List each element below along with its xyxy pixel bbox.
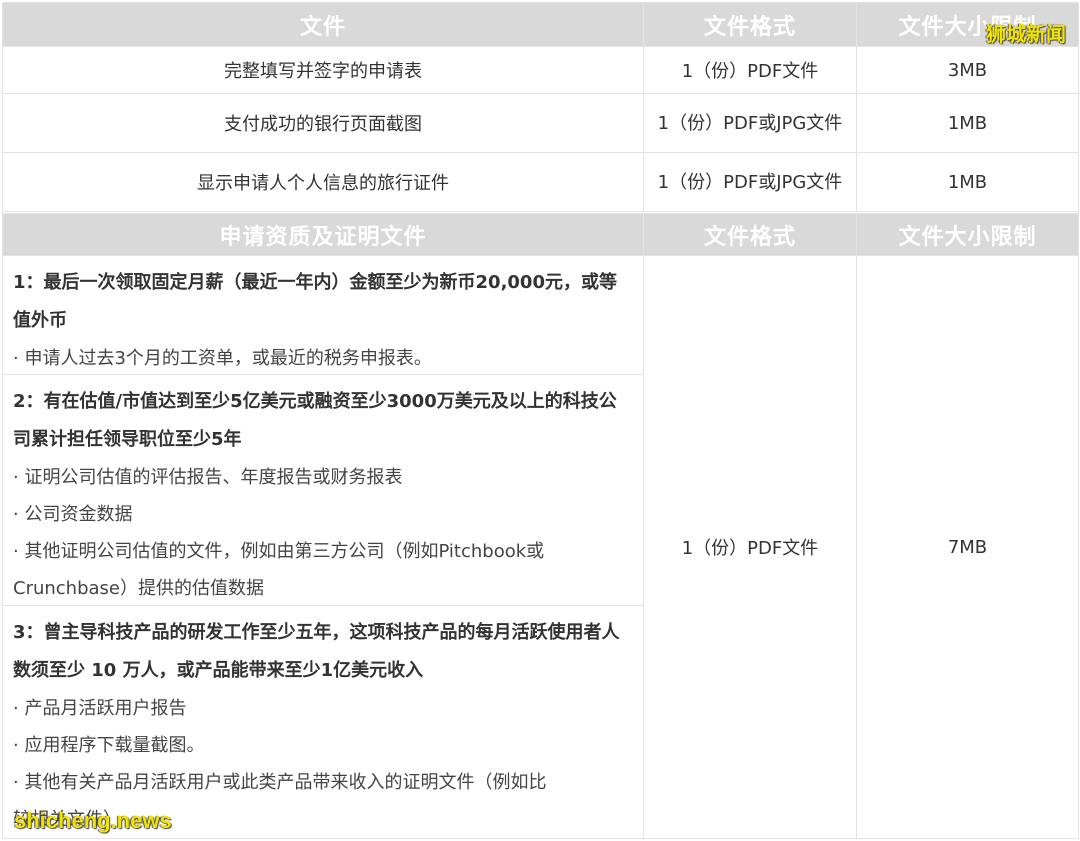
criterion-item: · 产品月活跃用户报告 [13, 698, 187, 719]
header-eligibility: 申请资质及证明文件 [2, 213, 644, 256]
criterion-title: 3：曾主导科技产品的研发工作至少五年，这项科技产品的每月活跃使用者人数须至少 1… [13, 622, 620, 681]
documents-table-header: 文件 文件格式 文件大小限制 [2, 2, 1079, 47]
criteria-size: 7MB [856, 255, 1079, 839]
criterion-title: 1：最后一次领取固定月薪（最近一年内）金额至少为新币20,000元，或等值外币 [13, 272, 617, 331]
header-document: 文件 [2, 2, 644, 47]
criteria-format: 1（份）PDF文件 [643, 255, 857, 839]
eligibility-table: 申请资质及证明文件 文件格式 文件大小限制 1：最后一次领取固定月薪（最近一年内… [2, 213, 1079, 839]
criterion-2: 2：有在估值/市值达到至少5亿美元或融资至少3000万美元及以上的科技公司累计担… [3, 375, 643, 606]
criterion-item: · 证明公司估值的评估报告、年度报告或财务报表 [13, 467, 403, 488]
doc-size: 1MB [856, 93, 1079, 153]
doc-size: 1MB [856, 152, 1079, 212]
eligibility-table-header: 申请资质及证明文件 文件格式 文件大小限制 [2, 213, 1079, 256]
eligibility-row: 1：最后一次领取固定月薪（最近一年内）金额至少为新币20,000元，或等值外币 … [2, 255, 1079, 839]
doc-name: 完整填写并签字的申请表 [2, 46, 644, 94]
watermark-top: 狮城新闻 [986, 22, 1066, 46]
doc-format: 1（份）PDF或JPG文件 [643, 93, 857, 153]
doc-format: 1（份）PDF文件 [643, 46, 857, 94]
criterion-item: · 申请人过去3个月的工资单，或最近的税务申报表。 [13, 348, 432, 369]
doc-format: 1（份）PDF或JPG文件 [643, 152, 857, 212]
table-row: 完整填写并签字的申请表 1（份）PDF文件 3MB [2, 46, 1079, 94]
table-row: 显示申请人个人信息的旅行证件 1（份）PDF或JPG文件 1MB [2, 152, 1079, 212]
criteria-cell: 1：最后一次领取固定月薪（最近一年内）金额至少为新币20,000元，或等值外币 … [2, 255, 644, 839]
header-size-limit: 文件大小限制 [856, 213, 1079, 256]
watermark-bottom: shicheng.news [14, 808, 172, 833]
criterion-1: 1：最后一次领取固定月薪（最近一年内）金额至少为新币20,000元，或等值外币 … [3, 256, 643, 375]
doc-size: 3MB [856, 46, 1079, 94]
header-format: 文件格式 [643, 213, 857, 256]
criterion-title: 2：有在估值/市值达到至少5亿美元或融资至少3000万美元及以上的科技公司累计担… [13, 391, 617, 450]
document-sheet: 文件 文件格式 文件大小限制 完整填写并签字的申请表 1（份）PDF文件 3MB… [0, 0, 1080, 841]
doc-name: 支付成功的银行页面截图 [2, 93, 644, 153]
table-row: 支付成功的银行页面截图 1（份）PDF或JPG文件 1MB [2, 93, 1079, 153]
doc-name: 显示申请人个人信息的旅行证件 [2, 152, 644, 212]
criterion-3: 3：曾主导科技产品的研发工作至少五年，这项科技产品的每月活跃使用者人数须至少 1… [3, 606, 643, 838]
header-format: 文件格式 [643, 2, 857, 47]
criterion-item: · 公司资金数据 [13, 504, 133, 525]
criterion-item: · 其他证明公司估值的文件，例如由第三方公司（例如Pitchbook或Crunc… [13, 541, 545, 599]
criterion-item: · 应用程序下载量截图。 [13, 735, 205, 756]
documents-table: 文件 文件格式 文件大小限制 完整填写并签字的申请表 1（份）PDF文件 3MB… [2, 2, 1079, 212]
